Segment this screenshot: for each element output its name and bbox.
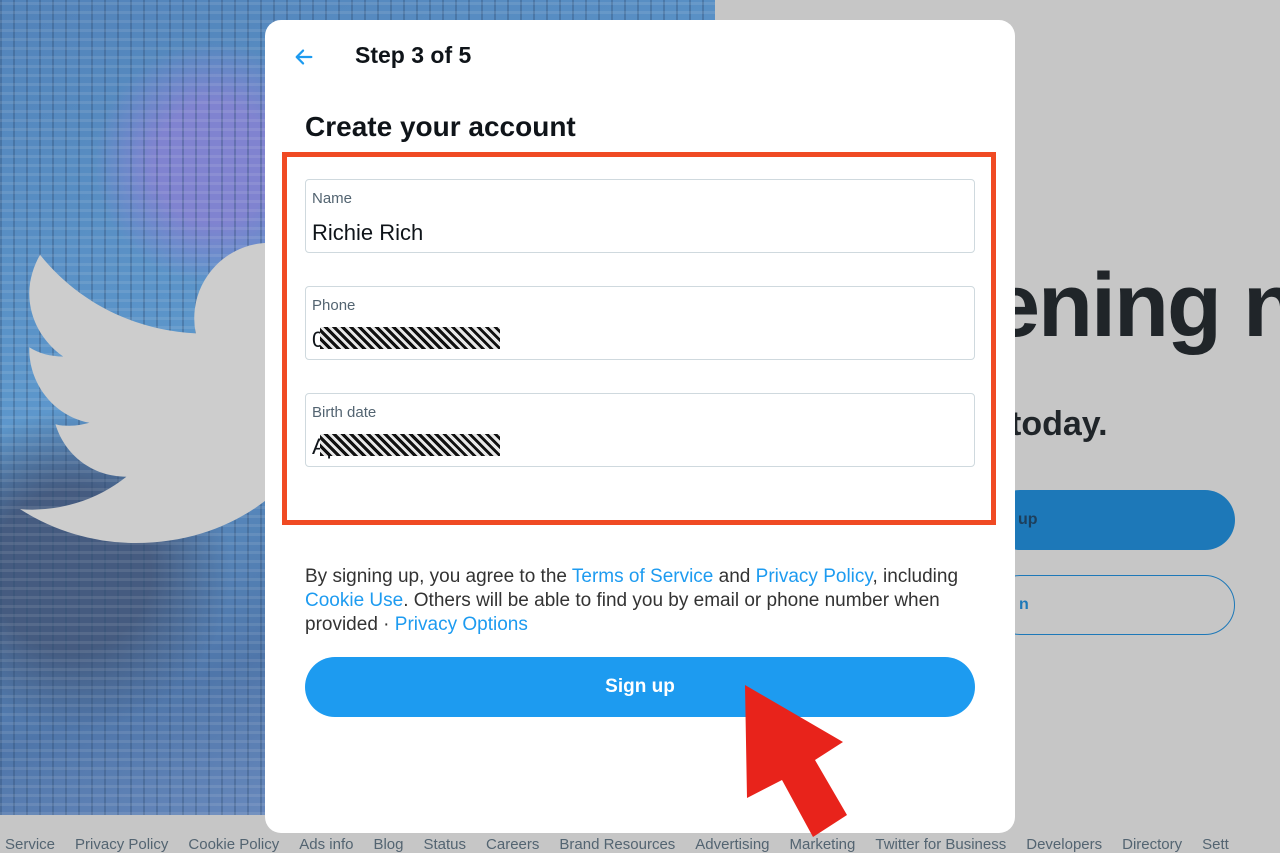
footer-link-careers[interactable]: Careers (486, 836, 539, 853)
footer-link-privacy-policy[interactable]: Privacy Policy (75, 836, 168, 853)
cookie-use-link[interactable]: Cookie Use (305, 590, 403, 611)
arrow-left-icon (295, 49, 313, 65)
step-title: Step 3 of 5 (355, 42, 472, 68)
privacy-policy-link[interactable]: Privacy Policy (756, 566, 873, 587)
background-join-text: today. (1010, 405, 1108, 443)
page-title: Create your account (305, 111, 576, 142)
annotation-highlight-box (282, 152, 996, 525)
terms-text-part: By signing up, you agree to the (305, 566, 572, 587)
footer-link-twitter-for-business[interactable]: Twitter for Business (875, 836, 1006, 853)
background-signup-button: up (990, 490, 1235, 550)
footer-links: Service Privacy Policy Cookie Policy Ads in… (0, 836, 1280, 853)
terms-text-part: and (713, 566, 756, 587)
footer-link-ads-info[interactable]: Ads info (299, 836, 353, 853)
red-pointer-arrow-icon (745, 685, 847, 837)
signup-modal: Step 3 of 5 Create your account Name Ric… (265, 20, 1015, 833)
footer-link-cookie-policy[interactable]: Cookie Policy (188, 836, 279, 853)
footer-link-brand-resources[interactable]: Brand Resources (559, 836, 675, 853)
back-button[interactable] (287, 40, 321, 74)
privacy-options-link[interactable]: Privacy Options (395, 614, 528, 635)
terms-of-service-link[interactable]: Terms of Service (572, 566, 713, 587)
background-login-button: n (990, 575, 1235, 635)
footer-link-blog[interactable]: Blog (373, 836, 403, 853)
terms-text-part: , including (872, 566, 959, 587)
footer-link-developers[interactable]: Developers (1026, 836, 1102, 853)
footer-link-directory[interactable]: Directory (1122, 836, 1182, 853)
background-headline: ening n (990, 256, 1280, 356)
terms-text: By signing up, you agree to the Terms of… (305, 565, 975, 637)
footer-link-settings[interactable]: Sett (1202, 836, 1229, 853)
footer-link-service[interactable]: Service (5, 836, 55, 853)
signup-button[interactable]: Sign up (305, 657, 975, 717)
footer-link-status[interactable]: Status (424, 836, 467, 853)
